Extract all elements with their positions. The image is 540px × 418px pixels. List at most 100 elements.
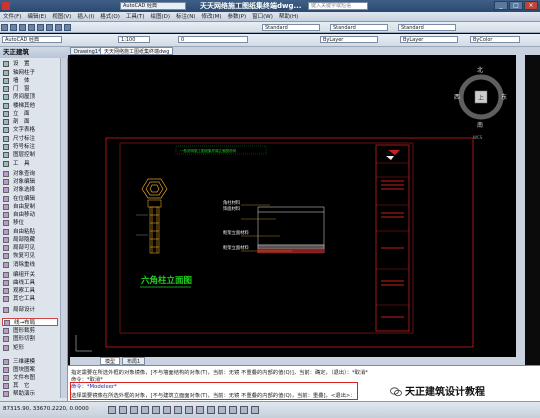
panel-item-12[interactable]: 工 具 [2, 160, 58, 168]
zoom-icon[interactable] [64, 24, 71, 31]
drawing-canvas[interactable]: 一般说明施工图纸集终端立面图说明 六角柱立面图 角柱材料 饰面材料 框架立面材料… [70, 55, 516, 357]
menu-item-4[interactable]: 格式(O) [97, 12, 123, 22]
panel-item-37[interactable]: 其 它 [2, 382, 58, 390]
panel-item-25[interactable]: 编组开关 [2, 271, 58, 279]
panel-item-18[interactable]: 自由移动 [2, 211, 58, 219]
menu-item-3[interactable]: 插入(I) [74, 12, 97, 22]
tab-layout1[interactable]: 布局1 [122, 357, 146, 365]
color-combo[interactable]: ByLayer [320, 36, 378, 43]
maximize-button[interactable]: □ [509, 1, 523, 10]
tab-model[interactable]: 模型 [100, 357, 121, 365]
open-icon[interactable] [10, 24, 17, 31]
status-toggle-0[interactable] [108, 406, 116, 414]
scale-combo[interactable]: 1:100 [118, 36, 150, 43]
compass-west[interactable]: 西 [454, 94, 460, 101]
print-icon[interactable] [28, 24, 35, 31]
panel-item-9[interactable]: 尺寸标注 [2, 135, 58, 143]
wcs-label[interactable]: WCS [473, 135, 483, 140]
panel-item-6[interactable]: 立 面 [2, 110, 58, 118]
panel-item-8[interactable]: 文字表格 [2, 126, 58, 134]
close-button[interactable]: × [524, 1, 538, 10]
status-toggle-1[interactable] [119, 406, 127, 414]
status-toggle-11[interactable] [229, 406, 237, 414]
menu-item-6[interactable]: 绘图(D) [148, 12, 174, 22]
plotstyle-combo[interactable]: ByColor [470, 36, 520, 43]
panel-item-0[interactable]: 设 置 [2, 60, 58, 68]
panel-item-20[interactable]: 自由粘贴 [2, 228, 58, 236]
panel-item-31[interactable]: 图形裁剪 [2, 327, 58, 335]
panel-item-7[interactable]: 剖 面 [2, 118, 58, 126]
panel-item-17[interactable]: 自由复制 [2, 203, 58, 211]
status-toggle-13[interactable] [251, 406, 259, 414]
panel-item-19[interactable]: 移位 [2, 219, 58, 227]
compass-east[interactable]: 东 [501, 93, 507, 101]
table-style-combo[interactable]: Standard [398, 24, 456, 31]
minimize-button[interactable]: _ [494, 1, 508, 10]
dim-style-combo[interactable]: Standard [330, 24, 388, 31]
panel-item-24[interactable]: 消除重线 [2, 261, 58, 269]
search-input[interactable]: 键入关键字或短语 [308, 2, 368, 10]
status-toggle-6[interactable] [174, 406, 182, 414]
status-toggle-8[interactable] [196, 406, 204, 414]
menu-item-7[interactable]: 标注(N) [173, 12, 198, 22]
panel-item-29[interactable]: 局部设计 [2, 306, 58, 314]
panel-item-13[interactable]: 对象查询 [2, 170, 58, 178]
workspace-combo[interactable]: AutoCAD 经典 [120, 2, 186, 10]
panel-item-34[interactable]: 三维建模 [2, 358, 58, 366]
canvas-scrollbar[interactable] [516, 55, 525, 357]
panel-item-27[interactable]: 观察工具 [2, 287, 58, 295]
panel-item-38[interactable]: 帮助演示 [2, 390, 58, 398]
panel-item-10[interactable]: 符号标注 [2, 143, 58, 151]
compass-north[interactable]: 北 [477, 66, 483, 74]
panel-item-11[interactable]: 图层控制 [2, 151, 58, 159]
panel-item-4[interactable]: 房间屋顶 [2, 93, 58, 101]
status-toggle-12[interactable] [240, 406, 248, 414]
panel-item-30[interactable]: 线→布局 [2, 318, 58, 326]
panel-item-22[interactable]: 局部可见 [2, 244, 58, 252]
menu-item-10[interactable]: 窗口(W) [249, 12, 276, 22]
menu-item-2[interactable]: 视图(V) [49, 12, 74, 22]
menu-item-9[interactable]: 参数(P) [225, 12, 250, 22]
status-toggle-10[interactable] [218, 406, 226, 414]
panel-item-15[interactable]: 对象选择 [2, 186, 58, 194]
panel-item-23[interactable]: 恢复可见 [2, 252, 58, 260]
status-toggle-2[interactable] [130, 406, 138, 414]
panel-item-35[interactable]: 图块图案 [2, 366, 58, 374]
status-toggle-4[interactable] [152, 406, 160, 414]
layer-combo[interactable]: 0 [178, 36, 248, 43]
panel-item-28[interactable]: 其它工具 [2, 295, 58, 303]
panel-item-26[interactable]: 曲线工具 [2, 279, 58, 287]
undo-icon[interactable] [37, 24, 44, 31]
panel-item-1[interactable]: 轴网柱子 [2, 69, 58, 77]
app-icon[interactable] [2, 2, 10, 10]
viewcube-compass[interactable]: 上 北 南 东 西 WCS [454, 66, 507, 140]
compass-south[interactable]: 南 [477, 121, 483, 129]
panel-item-36[interactable]: 文件布图 [2, 374, 58, 382]
panel-item-3[interactable]: 门 窗 [2, 85, 58, 93]
panel-item-21[interactable]: 局部隐藏 [2, 236, 58, 244]
new-icon[interactable] [1, 24, 8, 31]
redo-icon[interactable] [46, 24, 53, 31]
panel-scrollbar[interactable] [60, 58, 67, 398]
linetype-combo[interactable]: ByLayer [400, 36, 458, 43]
text-style-combo[interactable]: Standard [262, 24, 320, 31]
panel-item-32[interactable]: 图形切割 [2, 335, 58, 343]
workspace-combo-2[interactable]: AutoCAD 经典 [2, 36, 62, 43]
pan-icon[interactable] [55, 24, 62, 31]
panel-item-16[interactable]: 在位编辑 [2, 195, 58, 203]
panel-item-5[interactable]: 楼梯其他 [2, 102, 58, 110]
menu-item-1[interactable]: 编辑(E) [24, 12, 49, 22]
status-toggle-3[interactable] [141, 406, 149, 414]
menu-item-11[interactable]: 帮助(H) [276, 12, 301, 22]
panel-item-2[interactable]: 墙 体 [2, 77, 58, 85]
save-icon[interactable] [19, 24, 26, 31]
panel-item-14[interactable]: 对象编辑 [2, 178, 58, 186]
menu-item-0[interactable]: 文件(F) [0, 12, 24, 22]
panel-item-33[interactable]: 矩形 [2, 344, 58, 352]
menu-item-5[interactable]: 工具(T) [123, 12, 148, 22]
status-toggle-5[interactable] [163, 406, 171, 414]
status-toggle-9[interactable] [207, 406, 215, 414]
tab-current-drawing[interactable]: 天天网络施工图纸集终端dwg [100, 47, 174, 55]
status-toggle-7[interactable] [185, 406, 193, 414]
menu-item-8[interactable]: 修改(M) [198, 12, 224, 22]
